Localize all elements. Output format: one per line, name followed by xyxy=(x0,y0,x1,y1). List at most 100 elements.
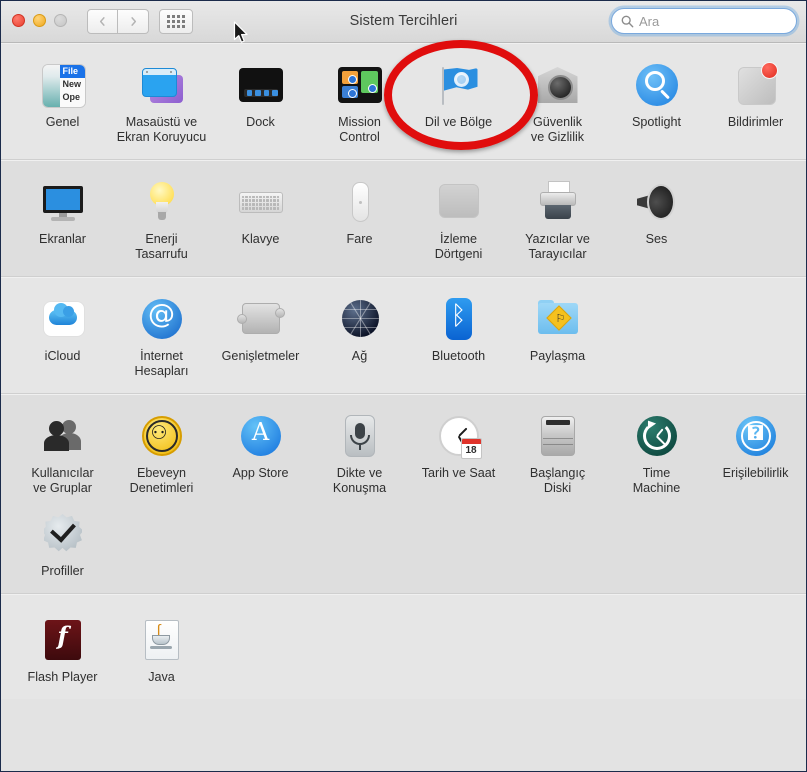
mouse-icon xyxy=(336,178,384,226)
pref-pane-label: Güvenlik ve Gizlilik xyxy=(530,115,585,144)
pref-pane-label: Başlangıç Diski xyxy=(529,466,586,495)
pref-pane-label: Java xyxy=(148,670,175,684)
accessibility-icon: 🯄 xyxy=(732,412,780,460)
pref-pane-ekranlar[interactable]: Ekranlar xyxy=(13,170,112,268)
search-input-placeholder: Ara xyxy=(639,13,660,29)
security-privacy-icon xyxy=(534,61,582,109)
pref-pane-label: Spotlight xyxy=(631,115,681,129)
search-field[interactable]: Ara xyxy=(611,8,797,34)
parental-controls-icon: ⚇ xyxy=(138,412,186,460)
pref-pane-label: Enerji Tasarrufu xyxy=(135,232,188,261)
pref-pane-label: Genel xyxy=(45,115,80,129)
pref-pane-enerji-tasarrufu[interactable]: Enerji Tasarrufu xyxy=(112,170,211,268)
pref-pane-kullanicilar[interactable]: Kullanıcılar ve Gruplar xyxy=(13,404,112,502)
pref-pane-yazicilar[interactable]: Yazıcılar ve Tarayıcılar xyxy=(508,170,607,268)
pref-pane-label: Yazıcılar ve Tarayıcılar xyxy=(525,232,590,261)
pref-pane-label: Klavye xyxy=(241,232,280,246)
pref-pane-label: Time Machine xyxy=(632,466,681,495)
pref-pane-profiller[interactable]: Profiller xyxy=(13,502,112,585)
pref-pane-label: Erişilebilirlik xyxy=(722,466,789,480)
search-icon xyxy=(621,15,634,27)
pref-pane-genel[interactable]: File New Ope Genel xyxy=(13,53,112,151)
trackpad-icon xyxy=(435,178,483,226)
time-machine-icon xyxy=(633,412,681,460)
pref-pane-erisilebilirlik[interactable]: 🯄 Erişilebilirlik xyxy=(706,404,805,502)
extensions-icon xyxy=(236,295,285,343)
pref-pane-bluetooth[interactable]: ᛒ Bluetooth xyxy=(409,287,508,385)
window-titlebar: Sistem Tercihleri Ara xyxy=(1,1,806,43)
spotlight-icon xyxy=(633,61,681,109)
pref-pane-dil-ve-bolge[interactable]: Dil ve Bölge xyxy=(409,53,508,151)
notification-badge xyxy=(760,62,778,79)
pref-pane-label: Fare xyxy=(346,232,373,246)
pref-pane-bildirimler[interactable]: Bildirimler xyxy=(706,53,805,151)
pref-pane-internet-hesaplari[interactable]: @ İnternet Hesapları xyxy=(112,287,211,385)
pref-pane-label: İnternet Hesapları xyxy=(134,349,189,378)
pref-pane-label: Profiller xyxy=(41,564,84,578)
displays-icon xyxy=(39,178,87,226)
pref-pane-app-store[interactable]: A App Store xyxy=(211,404,310,502)
network-icon xyxy=(336,295,384,343)
section-system: Kullanıcılar ve Gruplar ⚇ Ebeveyn Denetiml… xyxy=(1,394,806,594)
section-hardware: Ekranlar Enerji Tasarrufu Klavye Fare İz… xyxy=(1,160,806,277)
flash-player-icon: f xyxy=(39,616,87,664)
pref-pane-ag[interactable]: Ağ xyxy=(310,287,409,385)
pref-pane-label: Ağ xyxy=(351,349,368,363)
pref-pane-dock[interactable]: Dock xyxy=(211,53,310,151)
java-icon: ∫ xyxy=(138,616,186,664)
pref-pane-label: Bildirimler xyxy=(727,115,784,129)
dock-icon xyxy=(237,61,285,109)
profiles-icon xyxy=(39,510,87,558)
pref-pane-paylasma[interactable]: ⚐ Paylaşma xyxy=(508,287,607,385)
pref-pane-label: Tarih ve Saat xyxy=(421,466,496,480)
pref-pane-label: Paylaşma xyxy=(529,349,586,363)
system-preferences-window: Sistem Tercihleri Ara File New Ope Genel… xyxy=(0,0,807,772)
pref-pane-masaustu[interactable]: Masaüstü ve Ekran Koruyucu xyxy=(112,53,211,151)
general-icon: File New Ope xyxy=(39,61,87,109)
pref-pane-tarih-ve-saat[interactable]: 18 Tarih ve Saat xyxy=(409,404,508,502)
section-other: f Flash Player ∫ Java xyxy=(1,594,806,699)
pref-pane-label: Flash Player xyxy=(27,670,98,684)
pref-pane-label: Mission Control xyxy=(338,115,381,144)
pref-pane-icloud[interactable]: iCloud xyxy=(13,287,112,385)
pref-pane-label: Dikte ve Konuşma xyxy=(332,466,387,495)
pref-pane-izleme-dortgeni[interactable]: İzleme Dörtgeni xyxy=(409,170,508,268)
pref-pane-label: Dil ve Bölge xyxy=(424,115,493,129)
section-internet: iCloud @ İnternet Hesapları Genişletmeler xyxy=(1,277,806,394)
internet-accounts-icon: @ xyxy=(138,295,186,343)
app-store-icon: A xyxy=(237,412,285,460)
pref-pane-java[interactable]: ∫ Java xyxy=(112,608,211,691)
pref-pane-ses[interactable]: Ses xyxy=(607,170,706,268)
pref-pane-label: Ebeveyn Denetimleri xyxy=(129,466,194,495)
pref-pane-label: İzleme Dörtgeni xyxy=(434,232,483,261)
pref-pane-flash-player[interactable]: f Flash Player xyxy=(13,608,112,691)
pref-pane-label: Kullanıcılar ve Gruplar xyxy=(31,466,94,495)
notifications-icon xyxy=(732,61,780,109)
pref-pane-dikte-ve-konusma[interactable]: Dikte ve Konuşma xyxy=(310,404,409,502)
pref-pane-fare[interactable]: Fare xyxy=(310,170,409,268)
pref-pane-baslangic-diski[interactable]: Başlangıç Diski xyxy=(508,404,607,502)
date-time-icon: 18 xyxy=(435,412,483,460)
icloud-icon xyxy=(39,295,87,343)
pref-pane-label: Ekranlar xyxy=(39,232,86,246)
startup-disk-icon xyxy=(534,412,582,460)
keyboard-icon xyxy=(237,178,285,226)
pref-pane-ebeveyn-denetimleri[interactable]: ⚇ Ebeveyn Denetimleri xyxy=(112,404,211,502)
pref-pane-label: Bluetooth xyxy=(431,349,486,363)
sound-icon xyxy=(633,178,681,226)
users-groups-icon xyxy=(39,412,87,460)
pref-pane-spotlight[interactable]: Spotlight xyxy=(607,53,706,151)
desktop-screensaver-icon xyxy=(138,61,186,109)
pref-pane-genisletmeler[interactable]: Genişletmeler xyxy=(211,287,310,385)
pref-pane-time-machine[interactable]: Time Machine xyxy=(607,404,706,502)
pref-pane-guvenlik[interactable]: Güvenlik ve Gizlilik xyxy=(508,53,607,151)
printers-scanners-icon xyxy=(534,178,582,226)
mission-control-icon xyxy=(336,61,384,109)
sharing-icon: ⚐ xyxy=(534,295,582,343)
pref-pane-mission-control[interactable]: Mission Control xyxy=(310,53,409,151)
pref-pane-label: Dock xyxy=(246,115,275,129)
pref-pane-klavye[interactable]: Klavye xyxy=(211,170,310,268)
pref-pane-label: Ses xyxy=(645,232,668,246)
preferences-grid: File New Ope Genel Masaüstü ve Ekran Kor… xyxy=(1,43,806,771)
pref-pane-label: iCloud xyxy=(44,349,81,363)
